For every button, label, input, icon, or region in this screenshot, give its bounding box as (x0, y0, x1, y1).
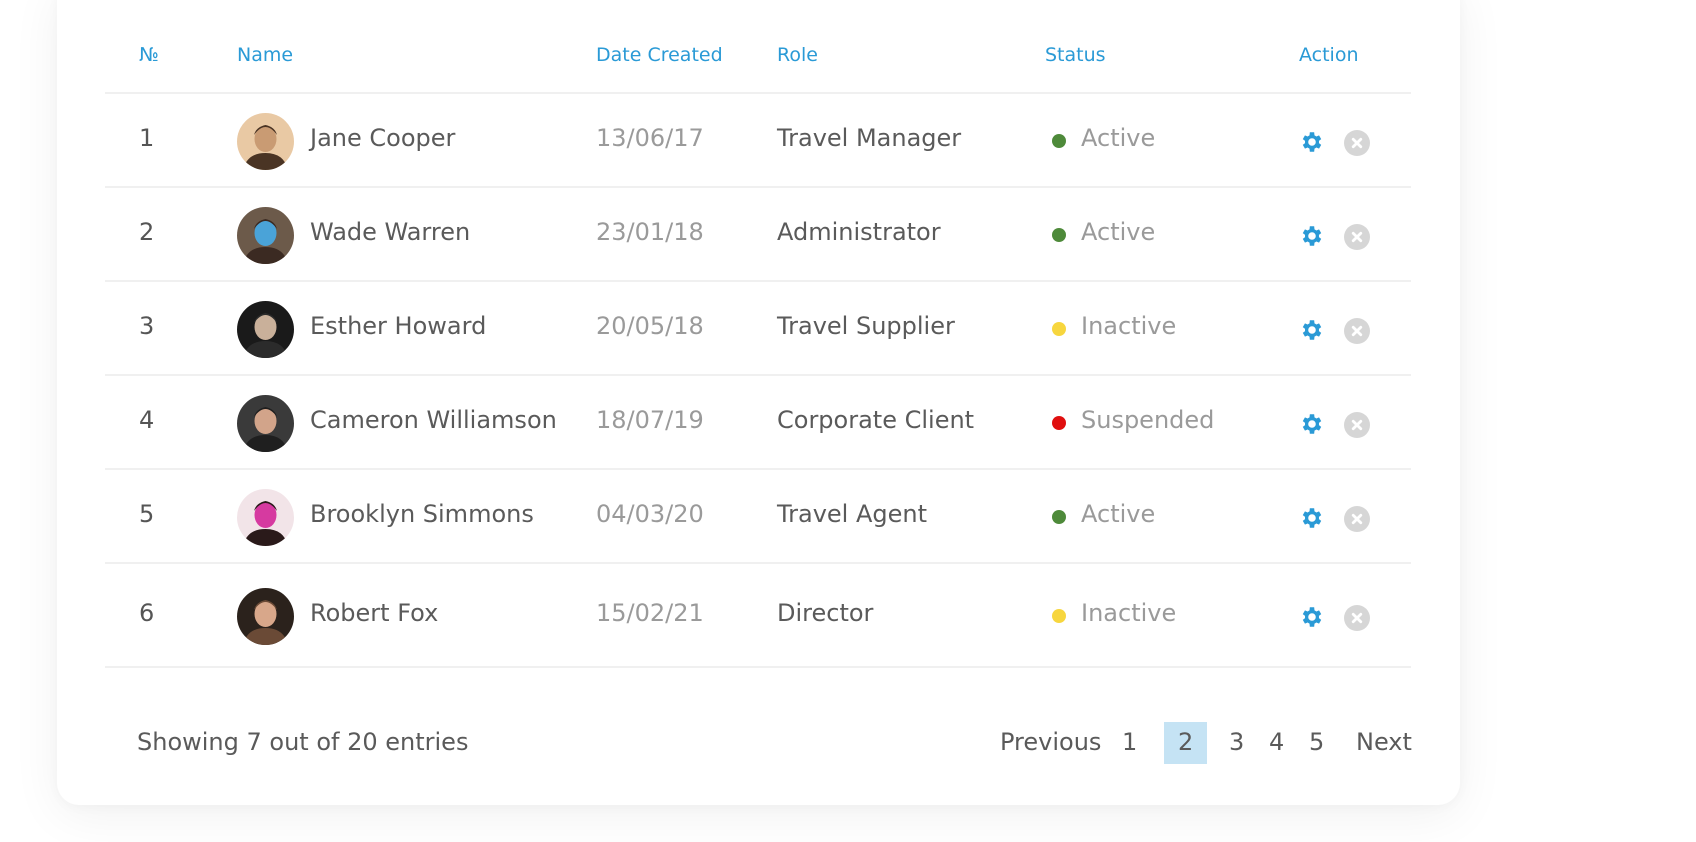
table-row[interactable]: 5 Brooklyn Simmons 04/03/20 Travel Agent… (105, 470, 1411, 564)
close-circle-icon[interactable] (1344, 412, 1370, 438)
header-action: Action (1299, 44, 1359, 66)
user-name[interactable]: Wade Warren (310, 218, 470, 246)
header-name[interactable]: Name (237, 44, 293, 66)
close-circle-icon[interactable] (1344, 130, 1370, 156)
avatar[interactable] (237, 395, 294, 452)
avatar-photo-icon (237, 207, 294, 264)
gear-icon[interactable] (1299, 223, 1325, 249)
date-created: 15/02/21 (596, 599, 704, 627)
user-name[interactable]: Cameron Williamson (310, 406, 557, 434)
avatar-photo-icon (237, 301, 294, 358)
date-created: 18/07/19 (596, 406, 704, 434)
avatar[interactable] (237, 588, 294, 645)
status-badge: Active (1081, 500, 1156, 528)
status-dot-icon (1052, 228, 1066, 242)
avatar[interactable] (237, 113, 294, 170)
header-date-created[interactable]: Date Created (596, 44, 723, 66)
user-name[interactable]: Jane Cooper (310, 124, 455, 152)
user-name[interactable]: Robert Fox (310, 599, 438, 627)
table-row[interactable]: 6 Robert Fox 15/02/21 Director Inactive (105, 564, 1411, 668)
header-number[interactable]: № (139, 44, 159, 66)
status-badge: Inactive (1081, 599, 1177, 627)
date-created: 04/03/20 (596, 500, 704, 528)
table-row[interactable]: 1 Jane Cooper 13/06/17 Travel Manager Ac… (105, 94, 1411, 188)
close-circle-icon[interactable] (1344, 506, 1370, 532)
avatar[interactable] (237, 489, 294, 546)
table-row[interactable]: 3 Esther Howard 20/05/18 Travel Supplier… (105, 282, 1411, 376)
avatar-photo-icon (237, 588, 294, 645)
row-number: 6 (139, 599, 155, 627)
user-role: Director (777, 599, 874, 627)
table-row[interactable]: 2 Wade Warren 23/01/18 Administrator Act… (105, 188, 1411, 282)
status-dot-icon (1052, 510, 1066, 524)
pagination-next[interactable]: Next (1356, 728, 1412, 756)
entries-count: Showing 7 out of 20 entries (137, 728, 469, 756)
status-badge: Active (1081, 218, 1156, 246)
row-number: 3 (139, 312, 155, 340)
pagination-page-4[interactable]: 4 (1269, 728, 1284, 756)
user-role: Administrator (777, 218, 941, 246)
avatar-photo-icon (237, 113, 294, 170)
avatar[interactable] (237, 207, 294, 264)
table-header: № Name Date Created Role Status Action (105, 44, 1411, 94)
user-name[interactable]: Brooklyn Simmons (310, 500, 534, 528)
status-badge: Inactive (1081, 312, 1177, 340)
header-status[interactable]: Status (1045, 44, 1106, 66)
close-circle-icon[interactable] (1344, 224, 1370, 250)
avatar-photo-icon (237, 395, 294, 452)
pagination-page-2[interactable]: 2 (1178, 728, 1193, 756)
table-row[interactable]: 4 Cameron Williamson 18/07/19 Corporate … (105, 376, 1411, 470)
pagination-page-1[interactable]: 1 (1122, 728, 1137, 756)
gear-icon[interactable] (1299, 317, 1325, 343)
user-role: Travel Manager (777, 124, 962, 152)
user-role: Travel Supplier (777, 312, 955, 340)
status-badge: Suspended (1081, 406, 1215, 434)
gear-icon[interactable] (1299, 505, 1325, 531)
status-dot-icon (1052, 134, 1066, 148)
user-role: Corporate Client (777, 406, 975, 434)
gear-icon[interactable] (1299, 129, 1325, 155)
status-dot-icon (1052, 322, 1066, 336)
date-created: 23/01/18 (596, 218, 704, 246)
date-created: 20/05/18 (596, 312, 704, 340)
row-number: 1 (139, 124, 155, 152)
row-number: 4 (139, 406, 155, 434)
status-dot-icon (1052, 416, 1066, 430)
header-role[interactable]: Role (777, 44, 818, 66)
user-role: Travel Agent (777, 500, 928, 528)
user-name[interactable]: Esther Howard (310, 312, 486, 340)
pagination-page-5[interactable]: 5 (1309, 728, 1324, 756)
status-badge: Active (1081, 124, 1156, 152)
gear-icon[interactable] (1299, 411, 1325, 437)
status-dot-icon (1052, 609, 1066, 623)
row-number: 5 (139, 500, 155, 528)
avatar-photo-icon (237, 489, 294, 546)
pagination-page-3[interactable]: 3 (1229, 728, 1244, 756)
close-circle-icon[interactable] (1344, 318, 1370, 344)
date-created: 13/06/17 (596, 124, 704, 152)
gear-icon[interactable] (1299, 604, 1325, 630)
pagination-previous[interactable]: Previous (1000, 728, 1101, 756)
row-number: 2 (139, 218, 155, 246)
avatar[interactable] (237, 301, 294, 358)
close-circle-icon[interactable] (1344, 605, 1370, 631)
